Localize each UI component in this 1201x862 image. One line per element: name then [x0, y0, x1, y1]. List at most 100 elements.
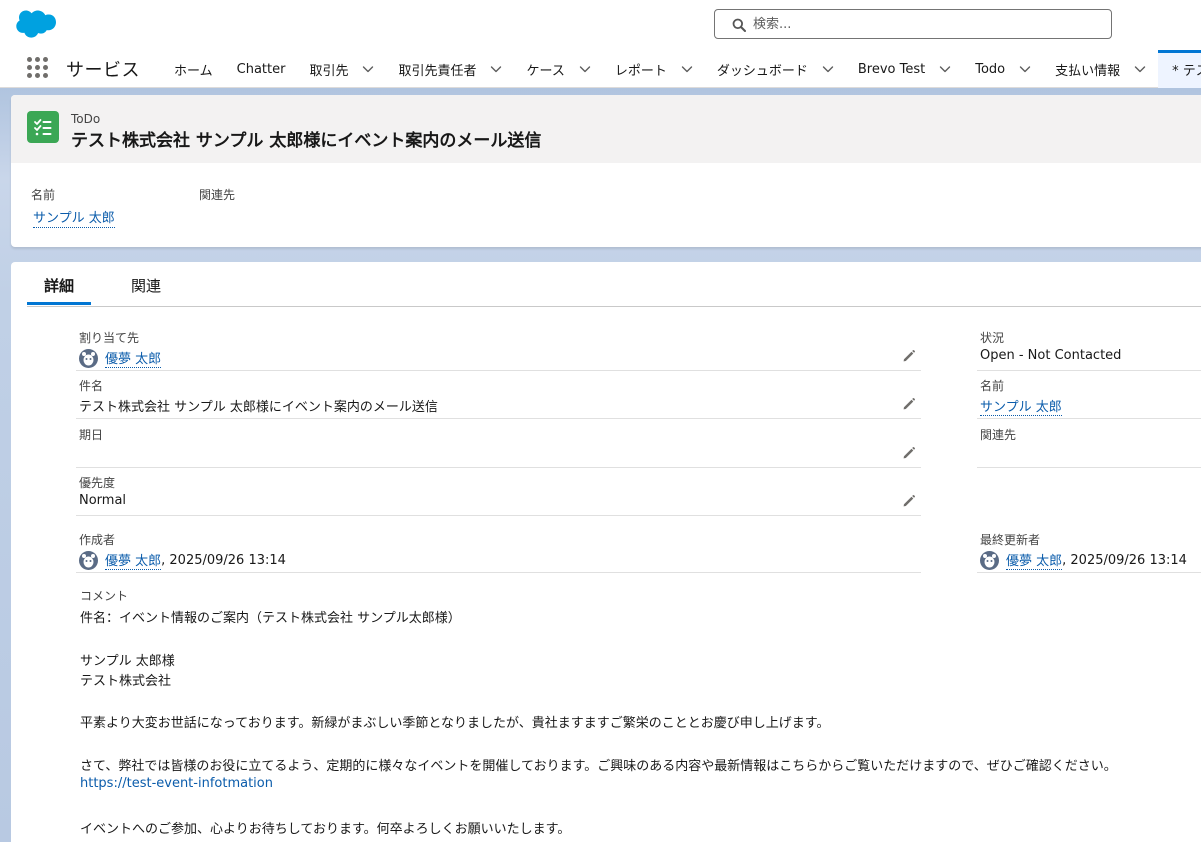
nav-item-label: Brevo Test: [857, 61, 926, 77]
chevron-down-icon[interactable]: [1134, 63, 1146, 75]
field-created-by: 作成者 優夢 太郎 , 2025/09/26 13:14: [76, 531, 921, 573]
field-name: 名前 サンプル 太郎: [977, 377, 1201, 419]
comment-line: 件名：イベント情報のご案内（テスト株式会社 サンプル太郎様）: [80, 611, 461, 626]
nav-item-label: ダッシュボード: [716, 63, 808, 79]
name-label: 名前: [980, 379, 1005, 393]
last-modified-by-label: 最終更新者: [980, 533, 1041, 547]
chevron-down-icon[interactable]: [681, 63, 693, 75]
comment-line: イベントへのご参加、心よりお待ちしております。何卒よろしくお願いいたします。: [80, 822, 571, 837]
status-label: 状況: [980, 331, 1005, 345]
chevron-down-icon[interactable]: [362, 63, 374, 75]
search-input[interactable]: [753, 13, 1093, 35]
subject-value: テスト株式会社 サンプル 太郎様にイベント案内のメール送信: [79, 400, 438, 415]
nav-item-label: 取引先: [309, 63, 349, 79]
nav-item[interactable]: Todo: [963, 50, 1043, 88]
field-divider: [76, 515, 921, 516]
nav-item-label: Todo: [975, 61, 1006, 77]
nav-item-label: ホーム: [174, 63, 213, 79]
created-by-link[interactable]: 優夢 太郎: [105, 550, 162, 570]
nav-item-label: Chatter: [236, 61, 286, 77]
field-subject: 件名 テスト株式会社 サンプル 太郎様にイベント案内のメール送信: [76, 377, 921, 419]
nav-item-label: ケース: [526, 63, 565, 79]
object-type-label: ToDo: [71, 112, 101, 126]
highlight-name-link[interactable]: サンプル 太郎: [33, 207, 115, 228]
comment-line: さて、弊社では皆様のお役に立てるよう、定期的に様々なイベントを開催しております。…: [80, 759, 1117, 774]
salesforce-logo-icon[interactable]: [14, 10, 56, 40]
nav-items: ホーム Chatter 取引先 取引先責任者 ケース レポート ダッシュボード Brevo T…: [162, 50, 1201, 88]
created-by-value: 優夢 太郎 , 2025/09/26 13:14: [79, 550, 286, 570]
user-avatar-icon: [980, 550, 999, 570]
record-title: テスト株式会社 サンプル 太郎様にイベント案内のメール送信: [71, 131, 542, 151]
edit-assigned-to-icon[interactable]: [902, 349, 916, 363]
chevron-down-icon[interactable]: [1019, 63, 1031, 75]
nav-item[interactable]: ケース: [514, 50, 602, 88]
assigned-to-label: 割り当て先: [79, 331, 140, 345]
chevron-down-icon[interactable]: [490, 63, 502, 75]
user-avatar-icon: [79, 348, 98, 368]
comment-line: 平素より大変お世話になっております。新緑がまぶしい季節となりましたが、貴社ますま…: [80, 716, 830, 731]
created-by-date: , 2025/09/26 13:14: [161, 552, 286, 568]
subject-label: 件名: [79, 379, 104, 393]
tab-detail[interactable]: 詳細: [44, 275, 74, 296]
field-divider: [977, 418, 1201, 419]
todo-icon: [27, 111, 59, 143]
record-tabs: 詳細 関連: [27, 262, 1201, 307]
comment-url-link[interactable]: https://test-event-infotmation: [80, 776, 273, 791]
nav-item[interactable]: レポート: [603, 50, 705, 88]
app-launcher-icon[interactable]: [27, 57, 49, 79]
nav-item[interactable]: 取引先責任者: [386, 50, 514, 88]
record-detail-card: 詳細 関連 割り当て先 優夢 太郎 状況 Open - Not Contacte…: [11, 262, 1201, 862]
app-name: サービス: [66, 60, 140, 81]
nav-item-active-tab[interactable]: * テスト: [1158, 50, 1201, 88]
global-search[interactable]: [714, 9, 1112, 39]
field-divider: [76, 370, 921, 371]
nav-item-label: レポート: [614, 63, 667, 79]
tab-related[interactable]: 関連: [131, 275, 161, 296]
nav-item[interactable]: ダッシュボード: [705, 50, 846, 88]
nav-item-label: 取引先責任者: [398, 63, 477, 79]
field-last-modified-by: 最終更新者 優夢 太郎 , 2025/09/26 13:14: [977, 531, 1201, 573]
edit-due-date-icon[interactable]: [902, 446, 916, 460]
nav-item[interactable]: 支払い情報: [1043, 50, 1158, 88]
comment-line: テスト株式会社: [80, 674, 172, 689]
app-navigation-bar: サービス ホーム Chatter 取引先 取引先責任者 ケース レポート ダッシュボード Br…: [0, 50, 1201, 88]
field-divider: [977, 467, 1201, 468]
nav-item[interactable]: Chatter: [225, 50, 298, 88]
nav-item[interactable]: 取引先: [297, 50, 386, 88]
last-modified-by-link[interactable]: 優夢 太郎: [1006, 550, 1063, 570]
edit-subject-icon[interactable]: [902, 397, 916, 411]
comment-line: サンプル 太郎様: [80, 654, 175, 669]
assigned-to-value: 優夢 太郎: [79, 348, 162, 368]
name-value: サンプル 太郎: [980, 396, 1062, 416]
chevron-down-icon[interactable]: [939, 63, 951, 75]
field-divider: [76, 467, 921, 468]
assigned-to-link[interactable]: 優夢 太郎: [105, 348, 162, 368]
due-date-label: 期日: [79, 428, 104, 442]
priority-value: Normal: [79, 493, 127, 508]
field-assigned-to: 割り当て先 優夢 太郎: [76, 329, 921, 371]
field-divider: [977, 572, 1201, 573]
edit-priority-icon[interactable]: [902, 494, 916, 508]
nav-item[interactable]: Brevo Test: [846, 50, 963, 88]
status-value: Open - Not Contacted: [980, 348, 1122, 363]
nav-item-label: * テスト: [1172, 63, 1201, 79]
chevron-down-icon[interactable]: [579, 63, 591, 75]
field-status: 状況 Open - Not Contacted: [977, 329, 1201, 371]
last-modified-by-value: 優夢 太郎 , 2025/09/26 13:14: [980, 550, 1187, 570]
search-icon: [732, 18, 746, 32]
related-to-label: 関連先: [980, 428, 1017, 442]
last-modified-by-date: , 2025/09/26 13:14: [1062, 552, 1187, 568]
comment-label: コメント: [80, 589, 129, 603]
field-due-date: 期日: [76, 426, 921, 468]
nav-item-label: 支払い情報: [1055, 63, 1121, 79]
name-link[interactable]: サンプル 太郎: [980, 396, 1062, 416]
highlight-related-label: 関連先: [199, 188, 236, 202]
nav-item[interactable]: ホーム: [162, 50, 225, 88]
chevron-down-icon[interactable]: [822, 63, 834, 75]
field-priority: 優先度 Normal: [76, 474, 921, 516]
field-related-to: 関連先: [977, 426, 1201, 468]
priority-label: 優先度: [79, 476, 116, 490]
record-header: ToDo テスト株式会社 サンプル 太郎様にイベント案内のメール送信 名前 サン…: [11, 95, 1201, 247]
field-divider: [76, 418, 921, 419]
created-by-label: 作成者: [79, 533, 116, 547]
